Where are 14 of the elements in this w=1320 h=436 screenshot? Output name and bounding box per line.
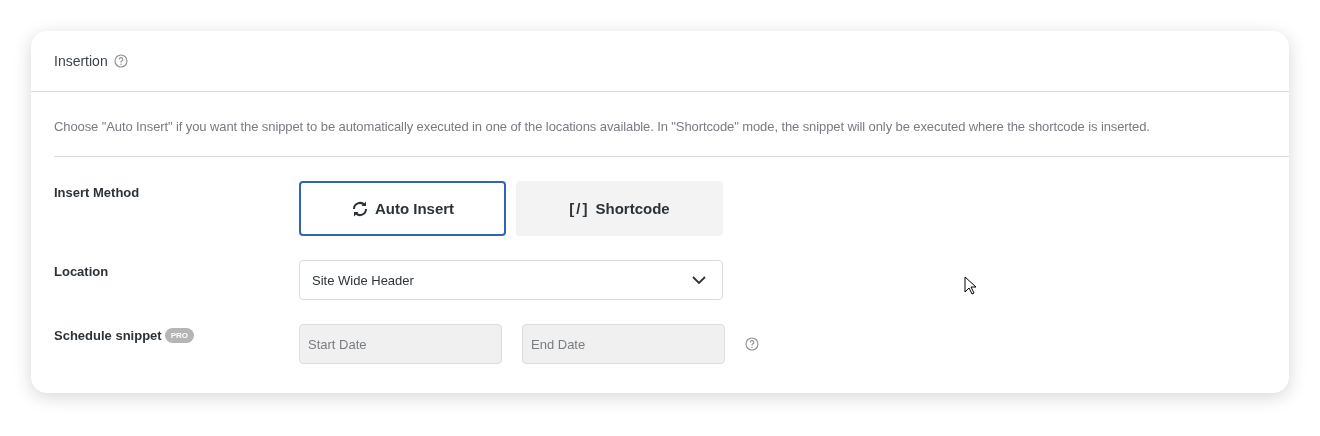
insert-method-option[interactable]: [/] Shortcode: [516, 181, 723, 236]
help-icon[interactable]: [113, 54, 128, 68]
field-label: Location: [54, 263, 110, 279]
field-label: Schedule snippet: [54, 328, 162, 343]
mouse-pointer-icon: [964, 276, 977, 295]
location-dropdown[interactable]: Site Wide Header: [299, 260, 723, 300]
refresh-icon: [350, 199, 369, 218]
field-label: Insert Method: [54, 184, 141, 200]
panel-description: Choose "Auto Insert" if you want the snippet to be automatically executed in one of the locations available. In "Shortcode" mode, the snippet will only be executed where the shortcode is inserted.: [54, 119, 1289, 157]
pro-badge: PRO: [164, 328, 194, 343]
chevron-down-icon: [692, 276, 706, 284]
help-icon[interactable]: [745, 337, 759, 351]
panel-title: Insertion: [54, 53, 108, 69]
insert-method-option[interactable]: Auto Insert: [299, 181, 506, 236]
